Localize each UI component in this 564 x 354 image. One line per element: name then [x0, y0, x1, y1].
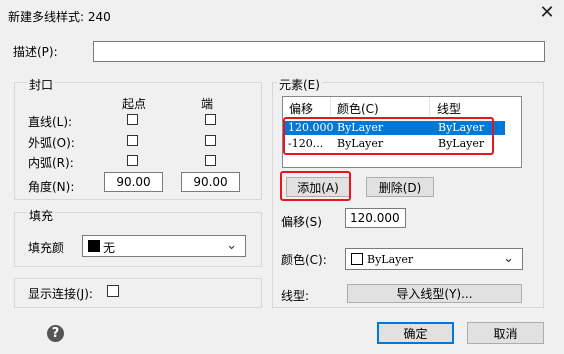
color-label: 颜色(C):: [281, 253, 327, 267]
window-title: 新建多线样式: 240: [8, 10, 111, 24]
chevron-down-icon: ⌄: [226, 238, 237, 253]
color-combo[interactable]: ByLayer ⌄: [345, 248, 523, 270]
display-joints-checkbox[interactable]: [107, 285, 119, 297]
caps-inner-arc-end-checkbox[interactable]: [205, 155, 216, 166]
close-icon[interactable]: ✕: [538, 4, 556, 22]
caps-inner-arc-start-checkbox[interactable]: [127, 155, 138, 166]
caps-outer-arc-label: 外弧(O):: [28, 136, 75, 150]
caps-angle-label: 角度(N):: [28, 180, 75, 194]
elements-title: 元素(E): [277, 76, 322, 93]
caps-title: 封口: [27, 76, 56, 93]
chevron-down-icon: ⌄: [503, 251, 514, 266]
caps-angle-end-input[interactable]: 90.00: [181, 172, 240, 192]
elements-header-color: 颜色(C): [337, 102, 379, 116]
ok-button[interactable]: 确定: [377, 322, 454, 344]
description-input[interactable]: [93, 41, 545, 62]
caps-start-header: 起点: [122, 97, 147, 111]
caps-end-header: 端: [201, 97, 214, 111]
linetype-label: 线型:: [281, 289, 310, 303]
offset-input[interactable]: 120.000: [345, 208, 406, 228]
help-icon[interactable]: ?: [47, 325, 64, 342]
description-label: 描述(P):: [13, 45, 58, 59]
caps-outer-arc-end-checkbox[interactable]: [205, 135, 216, 146]
fill-color-swatch: [88, 240, 100, 252]
elements-header-linetype: 线型: [437, 102, 462, 116]
column-divider: [330, 97, 331, 116]
caps-angle-start-input[interactable]: 90.00: [104, 172, 163, 192]
caps-outer-arc-start-checkbox[interactable]: [127, 135, 138, 146]
caps-line-start-checkbox[interactable]: [127, 114, 138, 125]
caps-inner-arc-label: 内弧(R):: [28, 156, 74, 170]
column-divider: [429, 97, 430, 116]
display-joints-label: 显示连接(J):: [28, 287, 93, 301]
caps-line-end-checkbox[interactable]: [205, 114, 216, 125]
load-linetype-button[interactable]: 导入线型(Y)...: [347, 284, 522, 303]
color-swatch: [351, 253, 363, 265]
highlight-box: [280, 171, 351, 201]
delete-button[interactable]: 删除(D): [366, 177, 434, 197]
offset-label: 偏移(S): [281, 215, 322, 229]
color-value: ByLayer: [367, 253, 414, 266]
fill-title: 填充: [27, 207, 56, 224]
fill-color-value: 无: [103, 241, 116, 255]
fill-color-label: 填充颜: [28, 241, 65, 255]
cancel-button[interactable]: 取消: [467, 322, 544, 344]
elements-header-offset: 偏移: [289, 102, 314, 116]
caps-line-label: 直线(L):: [28, 115, 73, 129]
highlight-box: [283, 117, 494, 155]
fill-color-combo[interactable]: 无 ⌄: [82, 235, 246, 257]
